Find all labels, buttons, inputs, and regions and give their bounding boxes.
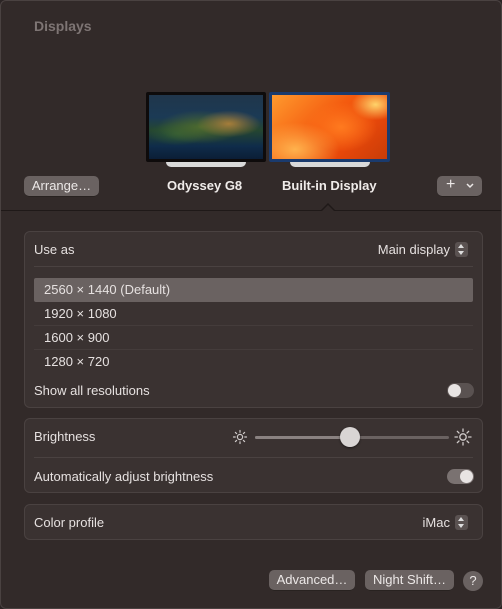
- selection-pointer-fill: [321, 205, 335, 212]
- brightness-slider-fill: [255, 436, 351, 439]
- monitor-odyssey-g8[interactable]: [146, 92, 266, 167]
- wallpaper-thumbnail: [149, 95, 263, 159]
- chevron-down-icon: [466, 176, 474, 197]
- toggle-knob: [460, 470, 473, 483]
- resolution-list: 2560 × 1440 (Default) 1920 × 1080 1600 ×…: [34, 278, 473, 374]
- monitor-label-built-in: Built-in Display: [282, 178, 377, 193]
- window-title: Displays: [34, 18, 92, 34]
- use-as-value: Main display: [377, 242, 450, 257]
- sun-large-icon: [454, 428, 472, 446]
- brightness-label: Brightness: [34, 429, 96, 444]
- row-separator: [34, 266, 473, 267]
- resolution-item-selected[interactable]: 2560 × 1440 (Default): [34, 278, 473, 302]
- add-display-button[interactable]: +: [437, 176, 482, 196]
- color-profile-label: Color profile: [34, 515, 105, 530]
- auto-brightness-toggle[interactable]: [447, 469, 474, 484]
- night-shift-button[interactable]: Night Shift…: [365, 570, 454, 590]
- monitor-screen: [146, 92, 266, 162]
- row-separator: [34, 457, 473, 458]
- use-as-label: Use as: [34, 242, 75, 257]
- resolution-item[interactable]: 1280 × 720: [34, 350, 473, 374]
- monitor-built-in-display[interactable]: [269, 92, 390, 167]
- color-profile-value: iMac: [422, 515, 450, 530]
- color-profile-popup[interactable]: iMac: [423, 515, 468, 530]
- section-divider: [1, 210, 501, 211]
- monitor-stand: [289, 162, 370, 167]
- advanced-button[interactable]: Advanced…: [269, 570, 355, 590]
- monitor-screen: [269, 92, 390, 162]
- sun-small-icon: [232, 429, 248, 445]
- plus-icon: +: [446, 176, 456, 193]
- up-down-chevron-icon: [455, 242, 468, 257]
- monitor-stand: [166, 162, 246, 167]
- auto-brightness-label: Automatically adjust brightness: [34, 469, 214, 484]
- arrange-button[interactable]: Arrange…: [24, 176, 99, 196]
- displays-window: Displays Arrange… Odyssey G8 Built-in Di…: [0, 0, 502, 609]
- monitor-label-odyssey: Odyssey G8: [167, 178, 243, 193]
- brightness-slider-thumb[interactable]: [340, 427, 361, 447]
- use-as-popup[interactable]: Main display: [378, 242, 468, 257]
- help-button[interactable]: ?: [463, 571, 483, 591]
- toggle-knob: [448, 384, 461, 397]
- wallpaper-thumbnail: [272, 95, 387, 159]
- resolution-item[interactable]: 1920 × 1080: [34, 302, 473, 326]
- resolution-item[interactable]: 1600 × 900: [34, 326, 473, 350]
- up-down-chevron-icon: [455, 515, 468, 530]
- show-all-resolutions-label: Show all resolutions: [34, 383, 150, 398]
- show-all-resolutions-toggle[interactable]: [447, 383, 474, 398]
